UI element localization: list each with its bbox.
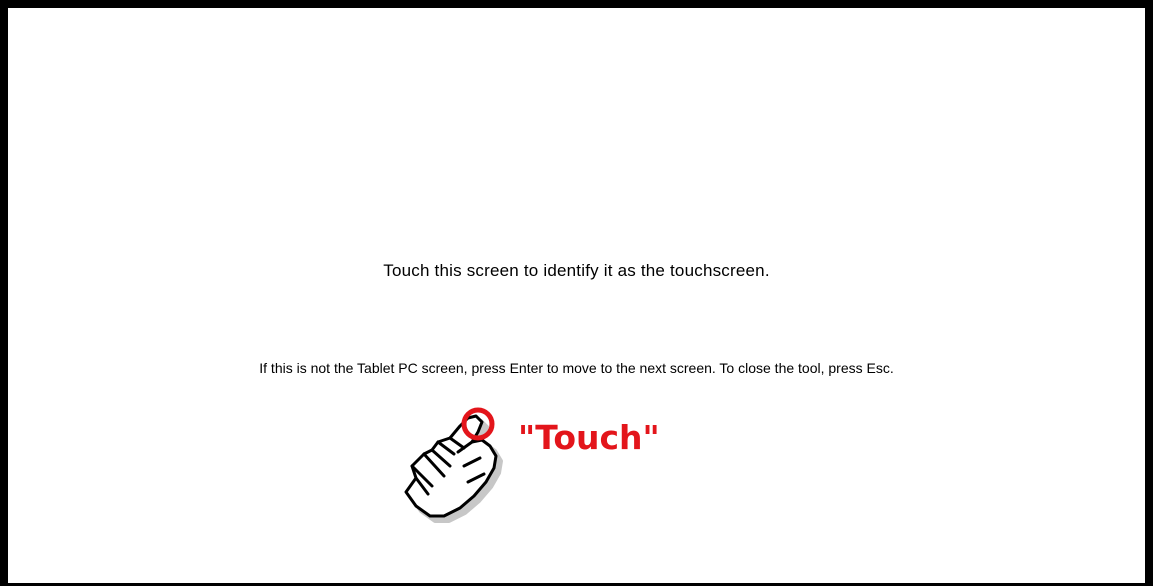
touch-prompt-text: Touch this screen to identify it as the … <box>383 261 770 280</box>
touch-hint: "Touch" <box>398 398 678 533</box>
touchscreen-identify-screen[interactable]: Touch this screen to identify it as the … <box>0 0 1153 586</box>
touch-label: "Touch" <box>518 418 660 457</box>
instruction-text: If this is not the Tablet PC screen, pre… <box>259 360 894 376</box>
pointing-hand-icon <box>404 407 503 523</box>
